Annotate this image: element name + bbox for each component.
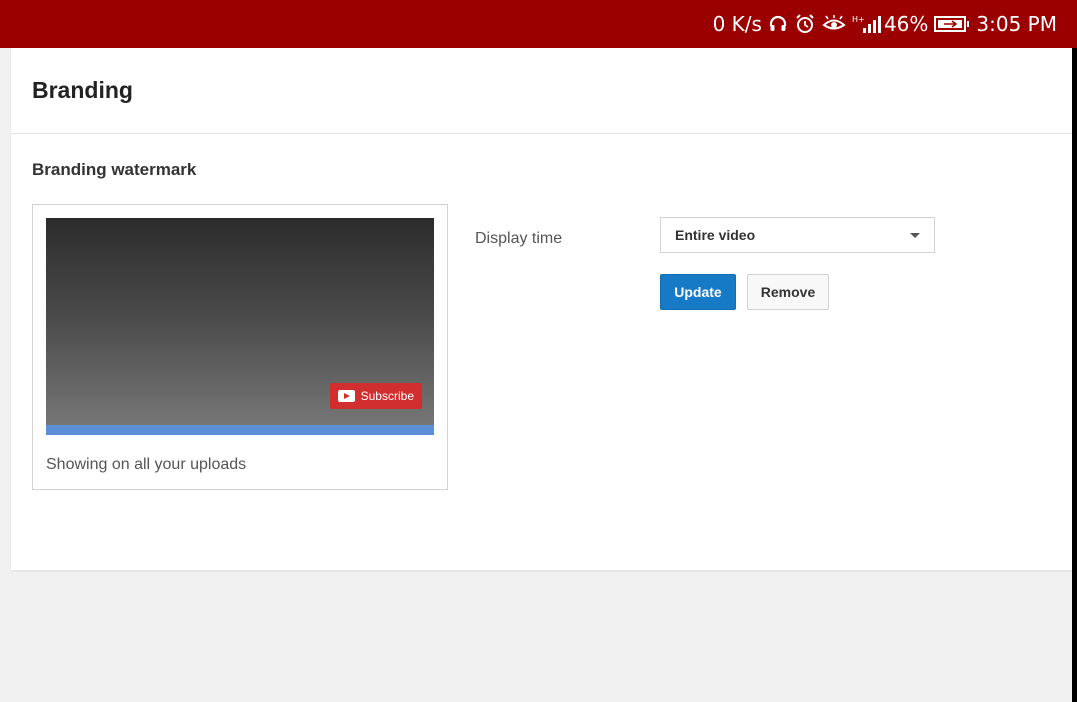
video-player-preview: Subscribe [46, 218, 434, 435]
watermark-preview: Subscribe Showing on all your uploads [32, 204, 448, 490]
caret-down-icon [910, 233, 920, 238]
clock-time: 3:05 PM [976, 12, 1057, 36]
update-button[interactable]: Update [660, 274, 736, 310]
network-type: H+ [852, 15, 865, 24]
remove-button[interactable]: Remove [747, 274, 829, 310]
battery-percent: 46% [883, 12, 929, 36]
progress-bar [46, 425, 434, 435]
card-header: Branding [11, 48, 1072, 134]
subscribe-watermark: Subscribe [329, 383, 422, 409]
screen-edge [1072, 48, 1077, 702]
display-time-select[interactable]: Entire video [660, 217, 935, 253]
battery-icon [934, 15, 970, 33]
youtube-play-icon [337, 390, 355, 402]
eye-icon [822, 14, 846, 34]
preview-caption: Showing on all your uploads [46, 456, 247, 473]
headphones-icon [768, 14, 788, 34]
signal-icon: H+ [852, 14, 882, 34]
section-title: Branding watermark [32, 160, 197, 179]
alarm-icon [794, 13, 816, 35]
display-time-value: Entire video [675, 227, 756, 243]
status-bar: 0 K/s H+ 46% 3:05 PM [0, 0, 1077, 48]
display-time-label: Display time [475, 230, 563, 247]
page-title: Branding [32, 77, 133, 103]
network-speed: 0 K/s [712, 12, 762, 36]
branding-card: Branding Branding watermark Subscribe Sh… [11, 48, 1072, 570]
subscribe-label: Subscribe [360, 389, 414, 403]
